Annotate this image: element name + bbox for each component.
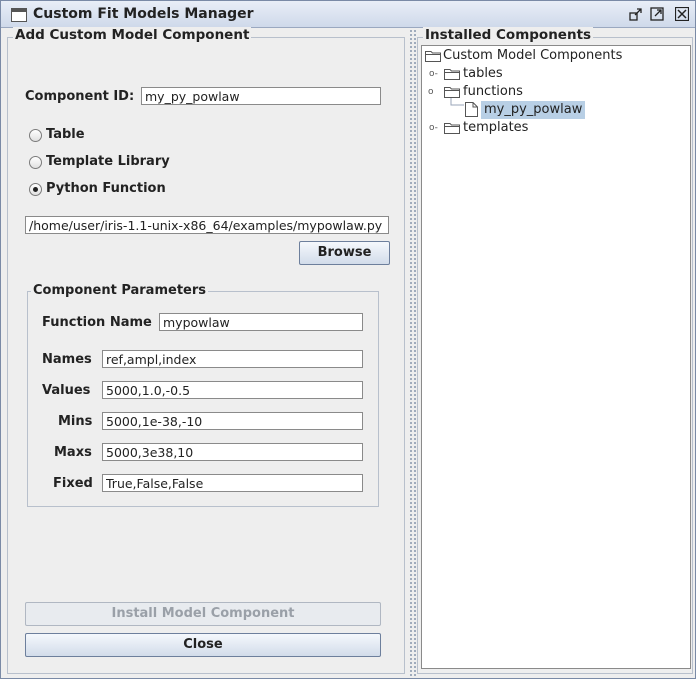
component-id-field[interactable] xyxy=(141,87,381,105)
custom-fit-models-window: Custom Fit Models Manager Add Custom Mod… xyxy=(0,0,696,679)
window-title: Custom Fit Models Manager xyxy=(33,6,254,22)
maximize-icon[interactable] xyxy=(650,7,664,21)
names-label: Names xyxy=(42,352,92,367)
installed-components-title: Installed Components xyxy=(423,27,594,43)
folder-open-icon xyxy=(444,86,460,98)
mins-label: Mins xyxy=(58,414,93,429)
collapsed-handle-icon[interactable]: o- xyxy=(429,69,438,79)
minimize-icon[interactable] xyxy=(629,7,643,21)
values-field[interactable] xyxy=(102,381,363,399)
browse-button[interactable]: Browse xyxy=(299,241,390,265)
radio-template-library-label[interactable]: Template Library xyxy=(46,154,170,169)
function-name-field[interactable] xyxy=(159,313,363,331)
radio-table-label[interactable]: Table xyxy=(46,127,85,142)
tree-item-tables[interactable]: tables xyxy=(463,65,503,83)
fixed-field[interactable] xyxy=(102,474,363,492)
installed-components-panel: Installed Components Custom Model Compon… xyxy=(417,27,693,674)
collapsed-handle-icon[interactable]: o- xyxy=(429,123,438,133)
close-button[interactable]: Close xyxy=(25,633,381,657)
names-field[interactable] xyxy=(102,350,363,368)
tree-item-templates[interactable]: templates xyxy=(463,119,528,137)
components-tree[interactable]: Custom Model Components o- tables o func… xyxy=(421,45,691,669)
component-id-label: Component ID: xyxy=(25,89,135,104)
folder-icon xyxy=(444,122,460,134)
function-name-label: Function Name xyxy=(42,315,152,330)
radio-python-function-label[interactable]: Python Function xyxy=(46,181,166,196)
mins-field[interactable] xyxy=(102,412,363,430)
window-icon xyxy=(11,8,27,22)
title-bar[interactable]: Custom Fit Models Manager xyxy=(1,1,695,28)
add-component-panel: Add Custom Model Component Component ID:… xyxy=(7,27,407,674)
split-pane-divider[interactable] xyxy=(409,29,417,676)
install-model-component-button[interactable]: Install Model Component xyxy=(25,602,381,626)
tree-connector xyxy=(450,98,464,106)
tree-root[interactable]: Custom Model Components xyxy=(443,47,622,65)
radio-python-function[interactable] xyxy=(29,183,42,196)
fixed-label: Fixed xyxy=(53,476,93,491)
close-icon[interactable] xyxy=(675,7,689,21)
folder-open-icon xyxy=(425,50,441,62)
component-parameters-title: Component Parameters xyxy=(31,283,208,298)
folder-icon xyxy=(444,68,460,80)
expanded-handle-icon[interactable]: o xyxy=(428,87,434,97)
maxs-label: Maxs xyxy=(54,445,92,460)
values-label: Values xyxy=(42,383,91,398)
add-component-title: Add Custom Model Component xyxy=(13,27,252,43)
python-file-path-field[interactable] xyxy=(25,216,389,234)
radio-table[interactable] xyxy=(29,129,42,142)
tree-item-my-py-powlaw[interactable]: my_py_powlaw xyxy=(481,101,586,119)
maxs-field[interactable] xyxy=(102,443,363,461)
radio-template-library[interactable] xyxy=(29,156,42,169)
tree-item-functions[interactable]: functions xyxy=(463,83,523,101)
